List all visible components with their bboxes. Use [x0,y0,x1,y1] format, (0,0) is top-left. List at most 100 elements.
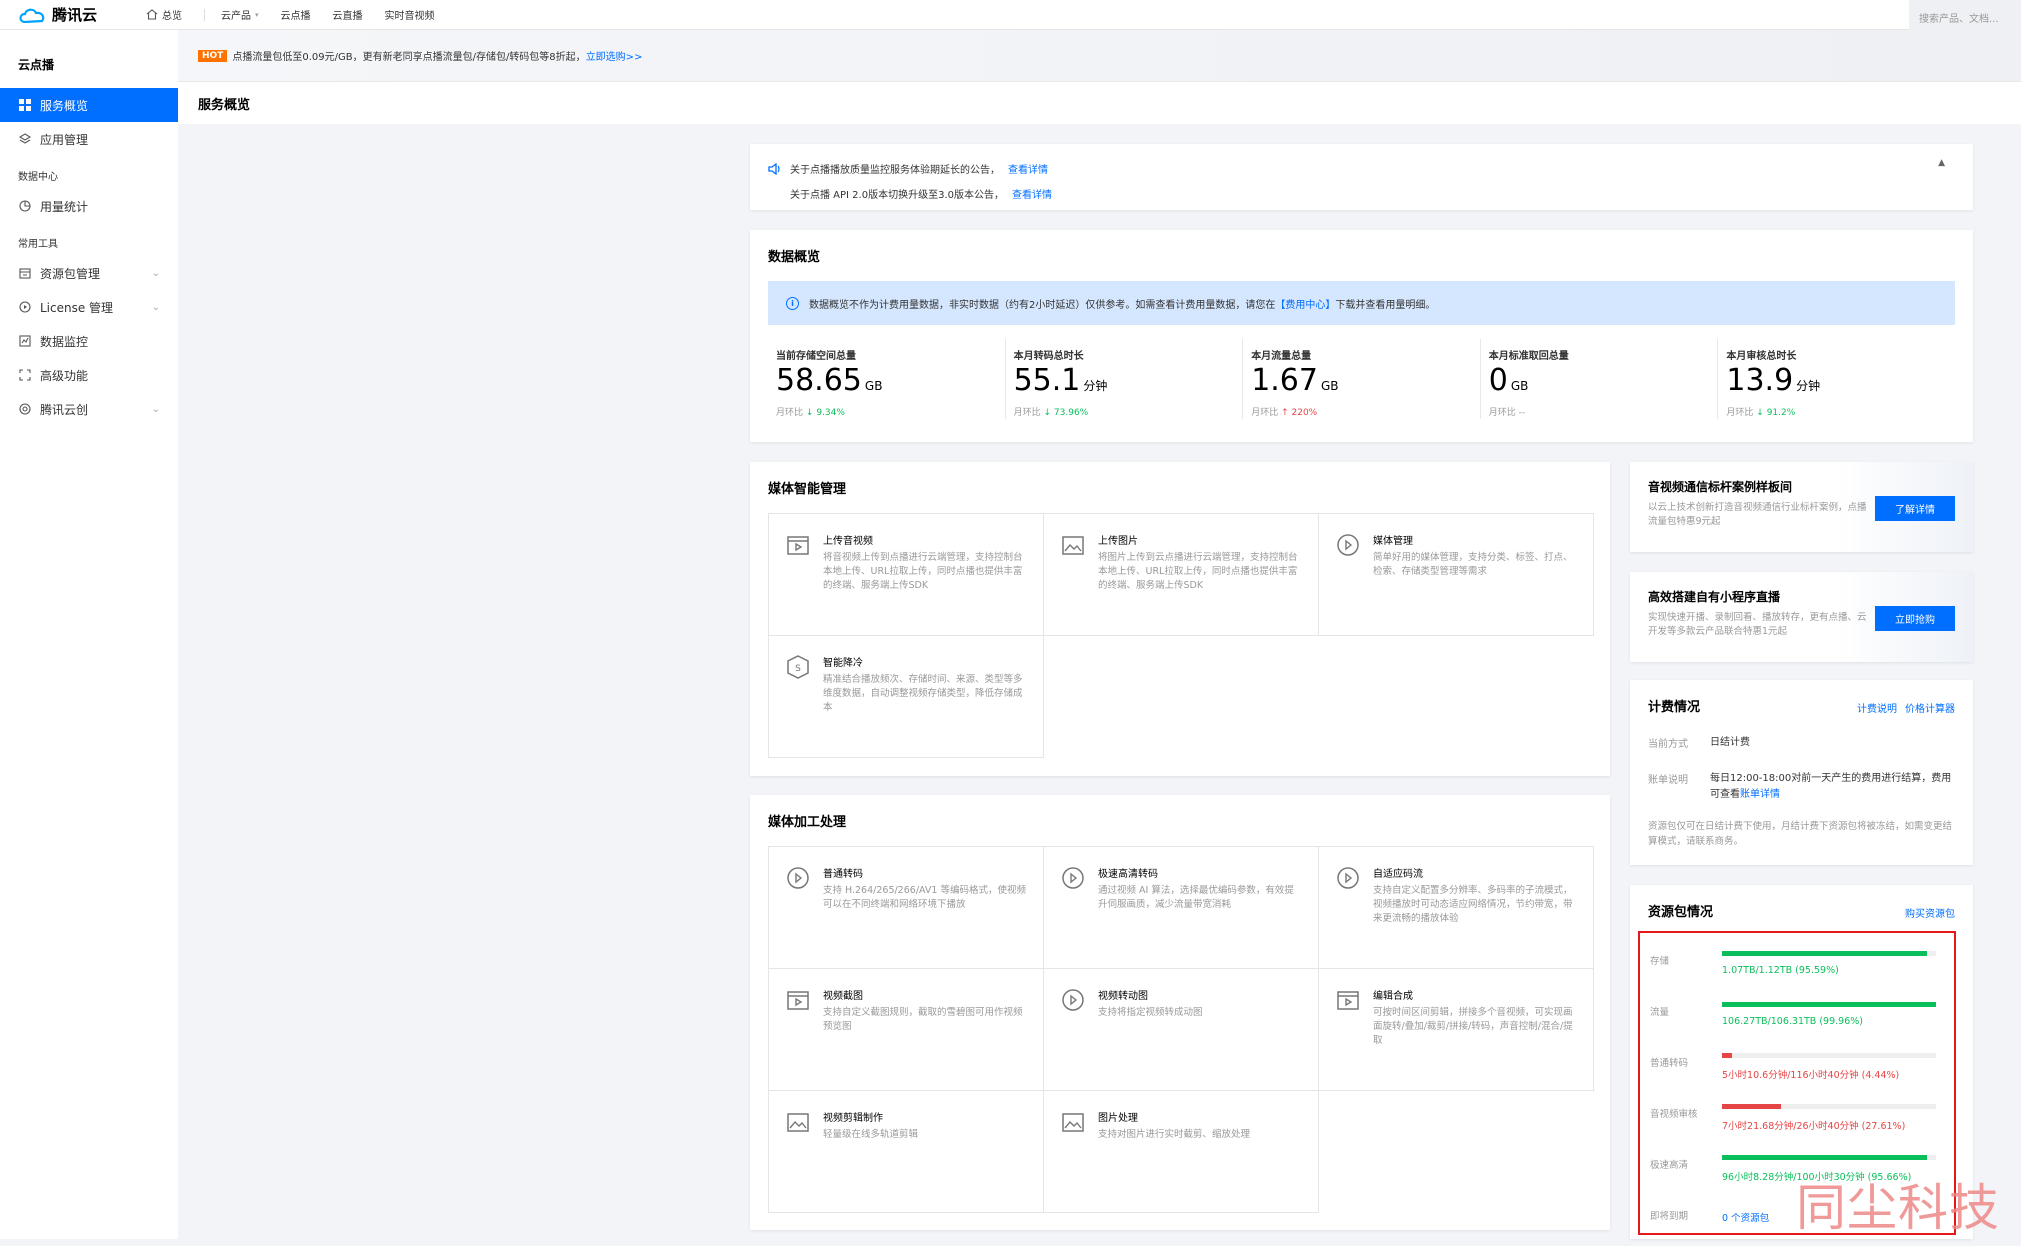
sidebar-item-monitor[interactable]: 数据监控 [0,324,178,358]
feature-text: 极速高清转码 通过视频 AI 算法，选择最优编码参数，有效提升伺服画质，减少流量带… [1098,865,1302,968]
stat-item: 本月流量总量 1.67 GB 月环比 ↑ 220% [1243,339,1481,419]
feature-text: 编辑合成 可按时间区间剪辑，拼接多个音视频，可实现画面旋转/叠加/裁剪/拼接/转码… [1373,987,1577,1090]
price-calculator-link[interactable]: 价格计算器 [1905,700,1955,715]
announcement-link[interactable]: 查看详情 [1012,186,1052,201]
feature-tile[interactable]: 视频截图 支持自定义截图规则，截取的雪碧图可用作视频预览图 [769,969,1044,1091]
usage-bar-fill [1722,1104,1782,1109]
announcement-link[interactable]: 查看详情 [1008,161,1048,176]
usage-bar [1722,1104,1936,1109]
billing-info-link[interactable]: 计费说明 [1857,700,1897,715]
feature-desc: 支持自定义配置多分辨率、多码率的子流模式，视频播放时可动态适应网络情况，节约带宽… [1373,885,1573,924]
stat-item: 当前存储空间总量 58.65 GB 月环比 ↓ 9.34% [768,339,1006,419]
search-input[interactable]: 搜索产品、文档... [1909,0,2021,30]
feature-tile[interactable]: 媒体管理 简单好用的媒体管理，支持分类、标签、打点、检索、存储类型管理等需求 [1319,514,1594,636]
feature-tile[interactable]: 上传音视频将音视频上传到点播进行云端管理，支持控制台本地上传、URL拉取上传，同… [769,514,1044,636]
feature-title: 上传音视频 [823,536,873,547]
feature-tile[interactable]: 自适应码流支持自定义配置多分辨率、多码率的子流模式，视频播放时可动态适应网络情况… [1319,847,1594,969]
trend-arrow-icon: ↑ [1281,408,1289,418]
nav-overview[interactable]: 总览 [146,7,182,22]
sidebar-item-label: 高级功能 [40,368,89,383]
feature-tile[interactable]: 视频剪辑制作 轻量级在线多轨道剪辑 [769,1091,1044,1213]
overview-title: 数据概览 [768,250,821,265]
sidebar-item-label: 资源包管理 [40,266,101,281]
stat-item: 本月审核总时长 13.9 分钟 月环比 ↓ 91.2% [1718,339,1955,419]
stat-number: 0 [1488,363,1508,398]
stat-compare-label: 月环比 [1251,408,1279,418]
media-processing-title: 媒体加工处理 [768,815,847,830]
collapse-icon[interactable]: ▲ [1938,158,1945,168]
feature-tile[interactable]: 图片处理 支持对图片进行实时截剪、缩放处理 [1044,1091,1319,1213]
announcement-text: 关于点播 API 2.0版本切换升级至3.0版本公告， [790,190,1004,201]
billing-center-link[interactable]: 【费用中心】 [1275,300,1335,311]
feature-icon [787,1113,809,1132]
resource-value[interactable]: 0 个资源包 [1722,1210,1769,1224]
feature-desc: 将音视频上传到点播进行云端管理，支持控制台本地上传、URL拉取上传，同时点播也提… [823,552,1023,591]
stat-compare: 月环比 ↓ 91.2% [1726,405,1955,418]
nav-trtc[interactable]: 实时音视频 [385,7,435,22]
feature-tile[interactable]: 编辑合成 可按时间区间剪辑，拼接多个音视频，可实现画面旋转/叠加/裁剪/拼接/转码… [1319,969,1594,1091]
promo-card-showcase: 音视频通信标杆案例样板间 以云上技术创新打造音视频通信行业标杆案例，点播流量包特… [1630,462,1973,552]
nav-live[interactable]: 云直播 [333,7,363,22]
feature-tile[interactable]: 上传图片将图片上传到云点播进行云端管理，支持控制台本地上传、URL拉取上传，同时… [1044,514,1319,636]
billing-links: 计费说明 价格计算器 [1857,700,1955,715]
play-circle-icon [18,300,32,314]
feature-icon [1337,991,1359,1010]
brand-name: 腾讯云 [52,6,98,24]
sidebar-item-license[interactable]: License 管理 ⌄ [0,290,178,324]
buy-package-link[interactable]: 购买资源包 [1905,905,1955,920]
feature-tile[interactable]: 视频转动图 支持将指定视频转成动图 [1044,969,1319,1091]
resource-label: 存储 [1650,956,1670,967]
feature-title: 上传图片 [1098,536,1138,547]
announcement-row: 关于点播播放质量监控服务体验期延长的公告， 查看详情 [768,156,1973,181]
promo-link[interactable]: 立即选购>> [586,48,643,63]
layers-icon [18,132,32,146]
feature-desc: 支持将指定视频转成动图 [1098,1007,1203,1018]
sidebar-item-usage[interactable]: 用量统计 [0,189,178,223]
resource-value: 5小时10.6分钟/116小时40分钟 (4.44%) [1722,1070,1900,1081]
feature-desc: 简单好用的媒体管理，支持分类、标签、打点、检索、存储类型管理等需求 [1373,552,1573,577]
feature-desc: 将图片上传到云点播进行云端管理，支持控制台本地上传、URL拉取上传，同时点播也提… [1098,552,1298,591]
stat-label: 本月流量总量 [1251,351,1312,362]
billing-mode-value: 日结计费 [1710,737,1750,748]
resource-label: 即将到期 [1650,1211,1689,1222]
monitor-chart-icon [18,334,32,348]
nav-products[interactable]: 云产品 ▾ [221,7,259,23]
feature-icon [1062,867,1084,889]
billing-bill-row: 账单说明 每日12:00-18:00对前一天产生的费用进行结算，费用可查看账单详情 [1648,771,1955,803]
sidebar-item-app-mgmt[interactable]: 应用管理 [0,122,178,156]
feature-icon [787,867,809,889]
brand-logo[interactable]: 腾讯云 [18,4,108,25]
stat-value: 13.9 分钟 [1726,362,1955,405]
feature-icon: S [787,655,809,679]
nav-divider [204,8,205,21]
billing-card: 计费情况 计费说明 价格计算器 当前方式 日结计费 账单说明 每日12:00-18:0… [1630,680,1973,865]
feature-icon [1337,867,1359,889]
sidebar-item-overview[interactable]: 服务概览 [0,88,178,122]
feature-tile[interactable]: 极速高清转码 通过视频 AI 算法，选择最优编码参数，有效提升伺服画质，减少流量带… [1044,847,1319,969]
creative-icon [18,402,32,416]
trend-arrow-icon: ↓ [805,408,814,418]
stat-compare-label: 月环比 [776,408,804,418]
sidebar-item-packages[interactable]: 资源包管理 ⌄ [0,256,178,290]
feature-text: 媒体管理 简单好用的媒体管理，支持分类、标签、打点、检索、存储类型管理等需求 [1373,532,1577,635]
feature-icon [1062,536,1084,555]
stat-label: 当前存储空间总量 [776,351,856,362]
buy-now-button[interactable]: 立即抢购 [1875,606,1955,631]
feature-title: 自适应码流 [1373,869,1423,880]
stat-percent: 220% [1291,408,1318,418]
stat-label: 本月转码总时长 [1013,351,1084,362]
stat-item: 本月标准取回总量 0 GB 月环比 -- [1481,339,1719,419]
stat-value: 1.67 GB [1251,362,1480,405]
sidebar-item-create[interactable]: 腾讯云创 ⌄ [0,392,178,426]
feature-tile[interactable]: 普通转码 支持 H.264/265/266/AV1 等编码格式，使视频可以在不同终… [769,847,1044,969]
media-management-grid: 上传音视频将音视频上传到点播进行云端管理，支持控制台本地上传、URL拉取上传，同… [768,513,1594,758]
feature-desc: 可按时间区间剪辑，拼接多个音视频，可实现画面旋转/叠加/裁剪/拼接/转码，声音控… [1373,1007,1573,1046]
feature-tile[interactable]: S 智能降冷 精准结合播放频次、存储时间、来源、类型等多维度数据，自动调整视频存储类… [769,636,1044,758]
nav-vod[interactable]: 云点播 [281,7,311,22]
billing-bill-value: 每日12:00-18:00对前一天产生的费用进行结算，费用可查看账单详情 [1710,771,1955,803]
bill-detail-link[interactable]: 账单详情 [1740,789,1780,800]
learn-more-button[interactable]: 了解详情 [1875,496,1955,521]
sidebar-item-advanced[interactable]: 高级功能 [0,358,178,392]
promo-title: 高效搭建自有小程序直播 [1648,590,1781,604]
usage-bar [1722,1002,1936,1007]
